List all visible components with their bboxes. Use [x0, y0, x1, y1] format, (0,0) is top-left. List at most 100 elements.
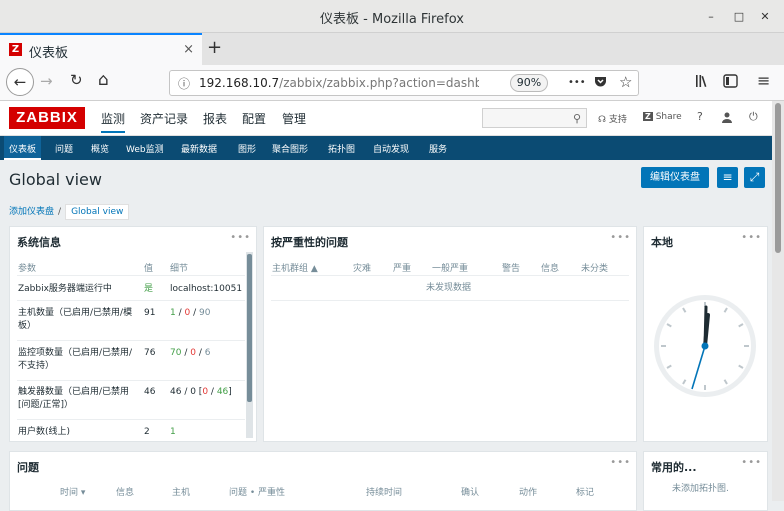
window-title: 仪表板 - Mozilla Firefox — [320, 12, 464, 27]
share-link[interactable]: Z Share — [643, 112, 682, 122]
search-input[interactable]: ⚲ — [482, 108, 587, 128]
menu-reports[interactable]: 报表 — [203, 110, 227, 127]
zabbix-favicon-icon: Z — [9, 43, 22, 56]
submenu-maps[interactable]: 拓扑图 — [328, 142, 355, 155]
column-header[interactable]: 时间 ▾ — [60, 485, 85, 498]
close-window-button[interactable]: ✕ — [758, 10, 772, 23]
help-icon[interactable]: ? — [697, 110, 703, 123]
info-icon[interactable]: ⓘ — [178, 75, 190, 92]
clock-widget: 本地 ••• — [643, 226, 768, 442]
value-cell: 76 — [144, 348, 156, 358]
navigation-toolbar: ← → ↻ ⌂ ⓘ 192.168.10.7/zabbix/zabbix.php… — [0, 65, 784, 101]
column-header: 未分类 — [581, 264, 609, 274]
widget-title: 问题 — [17, 461, 39, 474]
column-header: 参数 — [18, 264, 37, 274]
widget-title: 系统信息 — [17, 236, 61, 249]
value-cell: 91 — [144, 308, 156, 318]
support-link[interactable]: ☊ 支持 — [598, 112, 627, 125]
column-header: 持续时间 — [366, 488, 403, 498]
user-profile-icon[interactable] — [722, 112, 732, 126]
search-icon[interactable]: ⚲ — [573, 112, 581, 125]
param-cell: 用户数(线上) — [18, 427, 71, 437]
submenu-dashboard[interactable]: 仪表板 — [4, 136, 42, 160]
column-header: 主机 — [172, 488, 191, 498]
widget-menu-icon[interactable]: ••• — [741, 457, 762, 468]
column-header[interactable]: 主机群组 ▲ — [272, 261, 318, 274]
menu-inventory[interactable]: 资产记录 — [140, 110, 188, 127]
sub-menu: 仪表板 问题 概览 Web监测 最新数据 图形 聚合图形 拓扑图 自动发现 服务 — [0, 136, 772, 160]
url-bar[interactable]: ⓘ 192.168.10.7/zabbix/zabbix.php?action=… — [169, 70, 639, 96]
param-cell: 主机数量（已启用/已禁用/模板） — [18, 308, 133, 331]
tab-bar: Z 仪表板 × + — [0, 33, 784, 65]
forward-button[interactable]: → — [40, 72, 53, 90]
breadcrumb: 添加仪表盘 / Global view — [9, 204, 130, 220]
page-scrollbar[interactable] — [772, 101, 784, 501]
column-header: 信息 — [116, 488, 135, 498]
param-cell: Zabbix服务器端运行中 — [18, 284, 112, 294]
page-actions-icon[interactable]: ••• — [568, 77, 586, 88]
browser-tab[interactable]: Z 仪表板 × — [0, 33, 202, 65]
menu-monitoring[interactable]: 监测 — [101, 110, 126, 133]
system-info-widget: 系统信息 ••• 参数 值 细节 Zabbix服务器端运行中 是 localho… — [9, 226, 257, 442]
new-tab-icon[interactable]: + — [207, 37, 222, 58]
no-data-text: 未发现数据 — [426, 283, 472, 293]
edit-dashboard-button[interactable]: 编辑仪表盘 — [641, 167, 709, 188]
url-text[interactable]: 192.168.10.7/zabbix/zabbix.php?action=da… — [199, 76, 479, 90]
column-header: 动作 — [519, 488, 538, 498]
widget-menu-icon[interactable]: ••• — [610, 232, 631, 243]
column-header: 标记 — [576, 488, 595, 498]
widget-menu-icon[interactable]: ••• — [610, 457, 631, 468]
window-titlebar: 仪表板 - Mozilla Firefox – □ ✕ — [0, 0, 784, 33]
pocket-icon[interactable] — [594, 75, 607, 92]
widget-title: 按严重性的问题 — [271, 236, 348, 249]
submenu-overview[interactable]: 概览 — [91, 142, 109, 155]
submenu-screens[interactable]: 聚合图形 — [272, 142, 308, 155]
favorite-maps-widget: 常用的... ••• 未添加拓扑图. — [643, 451, 768, 511]
submenu-discovery[interactable]: 自动发现 — [373, 142, 409, 155]
menu-administration[interactable]: 管理 — [282, 110, 306, 127]
detail-cell: 1 / 0 / 90 — [170, 308, 211, 318]
logout-icon[interactable]: ⏻ — [749, 110, 758, 124]
minimize-button[interactable]: – — [704, 10, 718, 23]
param-cell: 监控项数量（已启用/已禁用/不支持） — [18, 348, 133, 371]
submenu-services[interactable]: 服务 — [429, 142, 447, 155]
maximize-button[interactable]: □ — [732, 10, 746, 23]
submenu-problems[interactable]: 问题 — [55, 142, 73, 155]
submenu-graphs[interactable]: 图形 — [238, 142, 256, 155]
value-cell: 46 — [144, 387, 156, 397]
menu-configuration[interactable]: 配置 — [242, 110, 266, 127]
bookmark-star-icon[interactable]: ☆ — [619, 73, 632, 91]
zabbix-header: ZABBIX 监测 资产记录 报表 配置 管理 ⚲ ☊ 支持 Z Share ?… — [0, 101, 772, 136]
reload-button[interactable]: ↻ — [70, 71, 83, 89]
column-header: 确认 — [461, 488, 480, 498]
column-header: 值 — [144, 264, 154, 274]
column-header: 警告 — [502, 264, 521, 274]
breadcrumb-add-dashboard[interactable]: 添加仪表盘 — [9, 207, 54, 217]
column-header: 问题 • 严重性 — [229, 488, 286, 498]
column-header: 细节 — [170, 264, 189, 274]
analog-clock — [654, 295, 756, 397]
fullscreen-icon[interactable]: ⤢ — [744, 167, 765, 188]
column-header: 一般严重 — [432, 264, 469, 274]
detail-cell: 1 — [170, 427, 176, 437]
dashboard-list-icon[interactable]: ≡ — [717, 167, 738, 188]
home-button[interactable]: ⌂ — [98, 70, 109, 90]
hamburger-menu-icon[interactable]: ≡ — [757, 71, 770, 90]
widget-menu-icon[interactable]: ••• — [741, 232, 762, 243]
breadcrumb-global-view[interactable]: Global view — [65, 204, 130, 220]
problems-by-severity-widget: 按严重性的问题 ••• 主机群组 ▲ 灾难 严重 一般严重 警告 信息 未分类 … — [263, 226, 637, 442]
library-icon[interactable] — [695, 74, 710, 92]
submenu-latest-data[interactable]: 最新数据 — [181, 142, 217, 155]
sidebar-icon[interactable] — [723, 74, 738, 92]
widget-scrollbar[interactable] — [246, 252, 253, 438]
zabbix-logo[interactable]: ZABBIX — [9, 107, 85, 129]
close-tab-icon[interactable]: × — [183, 42, 194, 57]
no-maps-text: 未添加拓扑图. — [672, 484, 729, 494]
back-button[interactable]: ← — [6, 68, 34, 96]
widget-menu-icon[interactable]: ••• — [230, 232, 251, 243]
column-header: 灾难 — [353, 264, 372, 274]
submenu-web[interactable]: Web监测 — [126, 142, 164, 155]
zoom-level[interactable]: 90% — [510, 74, 548, 92]
detail-cell: 46 / 0 [0 / 46] — [170, 387, 232, 397]
detail-cell: localhost:10051 — [170, 284, 243, 294]
